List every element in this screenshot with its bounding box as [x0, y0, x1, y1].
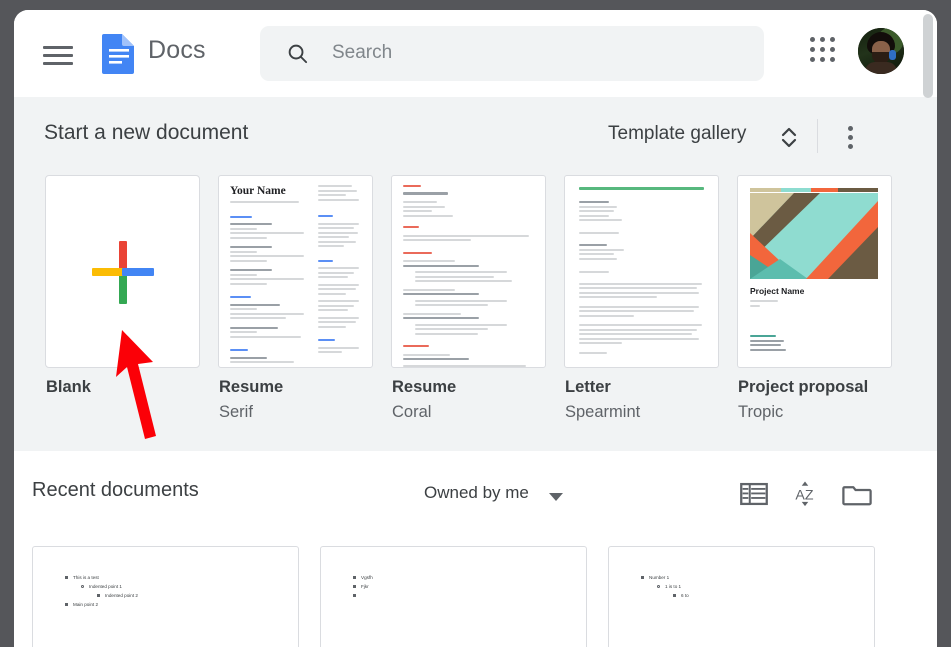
- bullet-icon: [353, 585, 356, 588]
- template-thumbnail: [391, 175, 546, 368]
- thumbnail-preview: [565, 176, 718, 367]
- recent-document-card[interactable]: This is a test Indented point 1 Indented…: [32, 546, 299, 647]
- thumbnail-heading: Project Name: [750, 286, 805, 296]
- template-subtitle: Serif: [219, 403, 253, 421]
- list-item-label: Number 1: [649, 575, 670, 580]
- document-thumbnail: Number 1 1 is to 1 6 to: [609, 547, 874, 647]
- thumbnail-heading: Your Name: [230, 185, 286, 197]
- template-thumbnail: [564, 175, 719, 368]
- browser-window: Docs Search Start a new document Templat…: [14, 10, 937, 647]
- folder-icon[interactable]: [840, 477, 874, 511]
- thumbnail-preview: Your Name: [219, 176, 372, 367]
- user-avatar[interactable]: [858, 28, 904, 74]
- template-thumbnail: [45, 175, 200, 368]
- template-title: Blank: [46, 378, 91, 396]
- bullet-icon: [97, 594, 100, 597]
- app-header: Docs Search: [14, 10, 937, 97]
- section-title: Recent documents: [32, 479, 199, 501]
- list-item: Fjkr: [353, 582, 586, 591]
- list-item: Number 1: [641, 573, 874, 582]
- template-gallery-button[interactable]: Template gallery: [608, 123, 746, 145]
- bullet-icon: [641, 576, 644, 579]
- recent-documents-section: Recent documents Owned by me AZ This is …: [14, 451, 937, 647]
- template-card-list: Blank Your Name Resume Serif Resume Cora…: [14, 175, 937, 445]
- list-item-label: Indented point 1: [89, 584, 122, 589]
- list-item-label: Main point 2: [73, 602, 99, 607]
- bullet-icon: [353, 576, 356, 579]
- template-title: Letter: [565, 378, 611, 396]
- list-item: [353, 591, 586, 600]
- list-item: This is a test: [65, 573, 298, 582]
- list-item-label: This is a test: [73, 575, 99, 580]
- document-thumbnail: Vgsfh Fjkr: [321, 547, 586, 647]
- scrollbar-thumb[interactable]: [923, 14, 933, 98]
- apps-grid-icon[interactable]: [810, 37, 844, 71]
- template-subtitle: Coral: [392, 403, 432, 421]
- template-thumbnail: Project Name: [737, 175, 892, 368]
- search-bar[interactable]: Search: [260, 26, 764, 81]
- unfold-more-icon[interactable]: [776, 123, 802, 151]
- recent-document-card[interactable]: Number 1 1 is to 1 6 to: [608, 546, 875, 647]
- templates-header: Start a new document Template gallery: [14, 97, 937, 175]
- list-item-label: 6 to: [681, 593, 689, 598]
- list-item-label: Fjkr: [361, 584, 369, 589]
- sort-az-icon[interactable]: AZ: [788, 477, 822, 511]
- template-subtitle: Spearmint: [565, 403, 641, 421]
- list-item-label: Vgsfh: [361, 575, 373, 580]
- hamburger-icon[interactable]: [38, 42, 78, 68]
- thumbnail-preview: Project Name: [738, 176, 891, 367]
- list-item: 6 to: [673, 591, 874, 600]
- recent-document-card[interactable]: Vgsfh Fjkr: [320, 546, 587, 647]
- bullet-icon: [657, 585, 660, 588]
- list-item: Vgsfh: [353, 573, 586, 582]
- svg-text:AZ: AZ: [795, 488, 813, 504]
- list-view-icon[interactable]: [737, 477, 771, 511]
- list-item-label: Indented point 2: [105, 593, 138, 598]
- template-title: Project proposal: [738, 378, 869, 396]
- list-item-label: 1 is to 1: [665, 584, 682, 589]
- bullet-icon: [65, 603, 68, 606]
- bullet-icon: [353, 594, 356, 597]
- google-docs-logo[interactable]: [98, 32, 140, 76]
- section-title: Start a new document: [44, 121, 249, 144]
- template-title: Resume: [219, 378, 284, 396]
- more-vert-icon[interactable]: [840, 123, 862, 151]
- owner-filter-button[interactable]: Owned by me: [424, 483, 529, 503]
- template-subtitle: Tropic: [738, 403, 784, 421]
- plus-icon: [91, 240, 154, 304]
- list-item: 1 is to 1: [657, 582, 874, 591]
- product-name: Docs: [148, 36, 206, 64]
- search-input-placeholder: Search: [332, 42, 393, 63]
- bullet-icon: [81, 585, 84, 588]
- toolbar-divider: [817, 119, 818, 153]
- template-thumbnail: Your Name: [218, 175, 373, 368]
- list-item: Main point 2: [65, 600, 298, 609]
- desktop-background: Docs Search Start a new document Templat…: [0, 0, 951, 647]
- search-icon: [286, 42, 309, 65]
- start-new-document-section: Start a new document Template gallery Bl…: [14, 97, 937, 451]
- list-item: Indented point 2: [97, 591, 298, 600]
- scrollbar[interactable]: [923, 12, 933, 645]
- thumbnail-preview: [392, 176, 545, 367]
- list-item: Indented point 1: [81, 582, 298, 591]
- template-title: Resume: [392, 378, 457, 396]
- bullet-icon: [673, 594, 676, 597]
- bullet-icon: [65, 576, 68, 579]
- caret-down-icon[interactable]: [549, 493, 563, 501]
- document-thumbnail: This is a test Indented point 1 Indented…: [33, 547, 298, 647]
